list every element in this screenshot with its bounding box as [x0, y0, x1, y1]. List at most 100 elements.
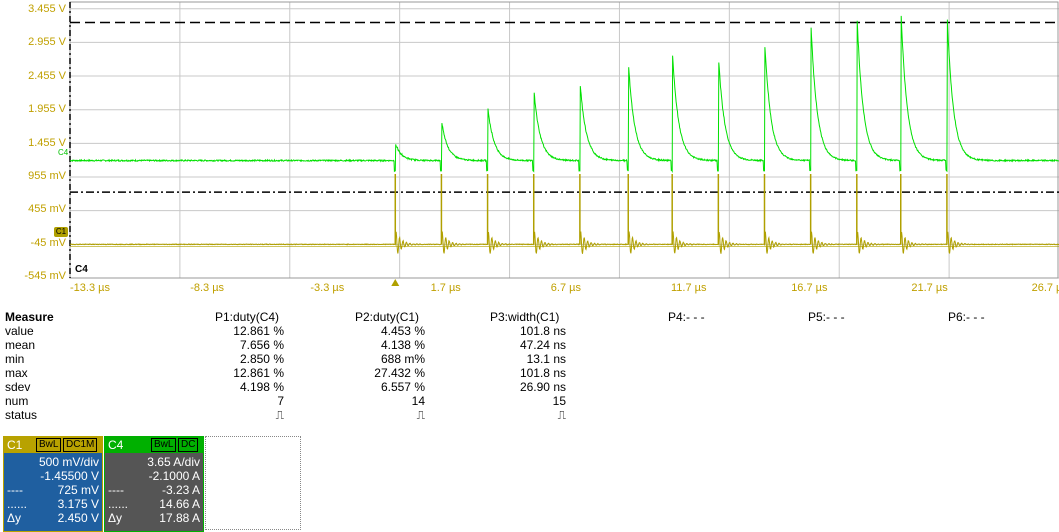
- c1-dy-symbol: Δy: [7, 511, 22, 525]
- c4-cursor1-value: -3.23 A: [161, 483, 200, 497]
- measure-row-label: mean: [5, 338, 36, 352]
- c1-cursor2-value: 3.175 V: [57, 497, 99, 511]
- measure-row-label: sdev: [5, 380, 31, 394]
- x-tick-label: -3.3 µs: [310, 282, 345, 294]
- c1-panel-body: 500 mV/div -1.45500 V ---- 725 mV ...... 3…: [4, 453, 102, 531]
- measure-header-row: Measure P1:duty(C4) P2:duty(C1) P3:width…: [0, 310, 1059, 324]
- channel-panel-c1[interactable]: C1 BwL DC1M 500 mV/div -1.45500 V ---- 72…: [3, 436, 103, 532]
- param-p5[interactable]: P5:- - -: [808, 310, 845, 324]
- c4-bw-badge: BwL: [151, 438, 177, 452]
- param-p2[interactable]: P2:duty(C1): [355, 310, 419, 324]
- param-p1[interactable]: P1:duty(C4): [215, 310, 279, 324]
- c1-cursor1-symbol: ----: [7, 483, 23, 497]
- c4-cursor2-symbol: ......: [108, 497, 129, 511]
- measure-cell: 27.432 %: [374, 366, 425, 380]
- measure-cell: 47.24 ns: [519, 338, 566, 352]
- measure-cell: ⎍: [416, 408, 425, 422]
- channel-panel-c4[interactable]: C4 BwL DC 3.65 A/div -2.1000 A ---- -3.23…: [104, 436, 204, 532]
- c1-cursor2-symbol: ......: [7, 497, 28, 511]
- measure-cell: ⎍: [557, 408, 566, 422]
- measure-row-status: status ⎍ ⎍ ⎍: [0, 408, 1059, 422]
- c4-panel-header[interactable]: C4 BwL DC: [105, 437, 203, 453]
- measure-row-value: value 12.861 % 4.453 % 101.8 ns: [0, 324, 1059, 338]
- measure-cell: 12.861 %: [233, 366, 284, 380]
- c4-dy-value: 17.88 A: [159, 511, 200, 525]
- c1-panel-header[interactable]: C1 BwL DC1M: [4, 437, 102, 453]
- c1-cursor1-value: 725 mV: [57, 483, 99, 497]
- measure-cell: ⎍: [275, 408, 284, 422]
- c4-bottom-tag: C4: [75, 264, 88, 275]
- c4-panel-body: 3.65 A/div -2.1000 A ---- -3.23 A ...... 1…: [105, 453, 203, 531]
- y-tick-label: 2.955 V: [28, 36, 66, 49]
- c4-panel-name: C4: [108, 438, 124, 452]
- y-tick-label: 2.455 V: [28, 69, 66, 82]
- measure-table: Measure P1:duty(C4) P2:duty(C1) P3:width…: [0, 310, 1059, 434]
- measure-row-sdev: sdev 4.198 % 6.557 % 26.90 ns: [0, 380, 1059, 394]
- c1-vdiv: 500 mV/div: [38, 455, 99, 469]
- waveform-plot[interactable]: [0, 0, 1059, 300]
- c4-trace-tag[interactable]: C4: [58, 148, 68, 158]
- measure-row-label: value: [5, 324, 34, 338]
- measure-cell: 15: [552, 394, 566, 408]
- x-tick-label: 16.7 µs: [791, 282, 828, 294]
- measure-cell: 101.8 ns: [519, 324, 566, 338]
- measure-row-num: num 7 14 15: [0, 394, 1059, 408]
- c1-offset: -1.45500 V: [40, 469, 99, 483]
- y-tick-label: 455 mV: [28, 203, 66, 216]
- measure-row-label: max: [5, 366, 28, 380]
- c1-dy-value: 2.450 V: [57, 511, 99, 525]
- x-tick-label: 26.7 µs: [1031, 282, 1059, 294]
- measure-row-label: status: [5, 408, 38, 422]
- c4-cursor1-symbol: ----: [108, 483, 124, 497]
- y-tick-label: 955 mV: [28, 170, 66, 182]
- measure-row-min: min 2.850 % 688 m% 13.1 ns: [0, 352, 1059, 366]
- c4-dy-symbol: Δy: [108, 511, 123, 525]
- measure-row-label: num: [5, 394, 29, 408]
- empty-channel-slot[interactable]: [205, 436, 301, 530]
- measure-row-max: max 12.861 % 27.432 % 101.8 ns: [0, 366, 1059, 380]
- x-tick-label: 1.7 µs: [430, 282, 461, 294]
- measure-cell: 4.453 %: [380, 324, 425, 338]
- x-tick-label: -8.3 µs: [190, 282, 225, 294]
- measure-cell: 4.138 %: [380, 338, 425, 352]
- measure-cell: 101.8 ns: [519, 366, 566, 380]
- c1-waveform: [69, 231, 1059, 254]
- x-tick-label: -13.3 µs: [70, 282, 110, 294]
- param-p6[interactable]: P6:- - -: [948, 310, 985, 324]
- c1-trace-tag[interactable]: C1: [54, 227, 68, 237]
- c4-coupling-badge: DC: [178, 438, 199, 452]
- c1-bw-badge: BwL: [36, 438, 62, 452]
- c4-cursor2-value: 14.66 A: [159, 497, 200, 511]
- y-tick-label: -45 mV: [30, 236, 66, 249]
- measure-cell: 4.198 %: [239, 380, 284, 394]
- measure-cell: 7: [277, 394, 284, 408]
- param-p4[interactable]: P4:- - -: [668, 310, 705, 324]
- x-tick-label: 21.7 µs: [911, 282, 948, 294]
- measure-cell: 12.861 %: [233, 324, 284, 338]
- measure-row-label: min: [5, 352, 25, 366]
- c1-panel-name: C1: [7, 438, 23, 452]
- measure-row-mean: mean 7.656 % 4.138 % 47.24 ns: [0, 338, 1059, 352]
- c4-vdiv: 3.65 A/div: [147, 455, 200, 469]
- measure-cell: 14: [411, 394, 425, 408]
- y-tick-label: -545 mV: [24, 270, 66, 283]
- x-tick-label: 6.7 µs: [550, 282, 581, 294]
- c4-offset: -2.1000 A: [148, 469, 200, 483]
- measure-cell: 688 m%: [380, 352, 425, 366]
- x-tick-label: 11.7 µs: [671, 282, 707, 294]
- measure-title: Measure: [5, 310, 54, 324]
- param-p3[interactable]: P3:width(C1): [490, 310, 559, 324]
- measure-cell: 13.1 ns: [526, 352, 566, 366]
- trigger-marker: [391, 279, 400, 286]
- y-tick-label: 3.455 V: [28, 3, 66, 15]
- y-tick-label: 1.955 V: [28, 103, 66, 116]
- c4-waveform: [69, 15, 1059, 174]
- measure-cell: 6.557 %: [380, 380, 425, 394]
- y-tick-label: 1.455 V: [28, 136, 66, 149]
- scope-display[interactable]: 3.455 V 2.955 V 2.455 V 1.955 V 1.455 V 955 m…: [0, 0, 1059, 300]
- c1-coupling-badge: DC1M: [63, 438, 98, 452]
- measure-cell: 7.656 %: [239, 338, 284, 352]
- plot-frame: [69, 1, 1059, 279]
- measure-cell: 2.850 %: [239, 352, 284, 366]
- measure-cell: 26.90 ns: [519, 380, 566, 394]
